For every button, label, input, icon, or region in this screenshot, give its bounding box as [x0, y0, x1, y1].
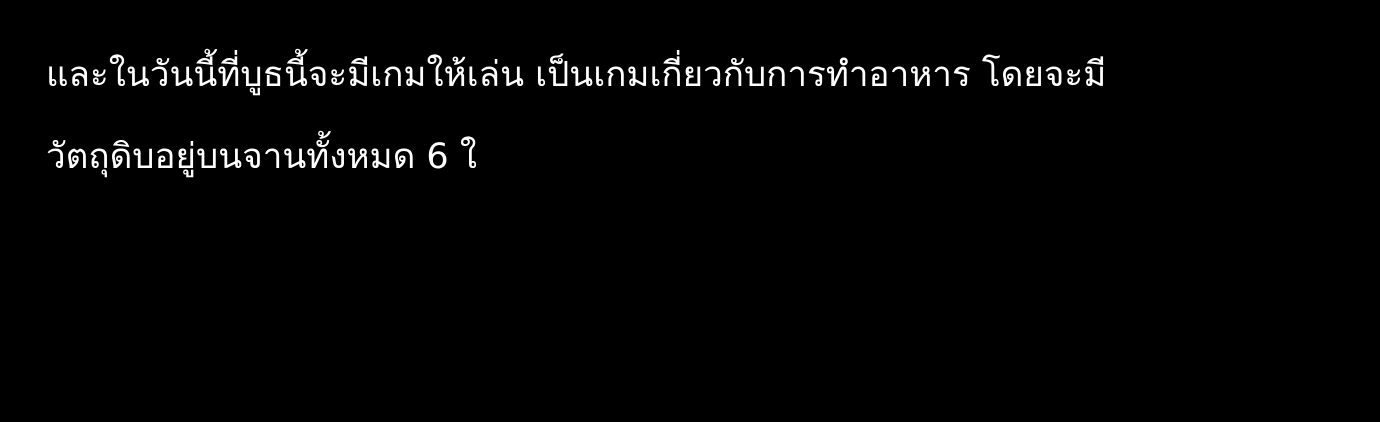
subtitle-line-1: และในวันนี้ที่บูธนี้จะมีเกมให้เล่น เป็นเ… [46, 55, 1107, 95]
subtitle-line-2: วัตถุดิบอยู่บนจานทั้งหมด 6 ใ [46, 137, 477, 177]
subtitle-frame: และในวันนี้ที่บูธนี้จะมีเกมให้เล่น เป็นเ… [0, 0, 1380, 422]
subtitle-caption: และในวันนี้ที่บูธนี้จะมีเกมให้เล่น เป็นเ… [46, 34, 1346, 198]
